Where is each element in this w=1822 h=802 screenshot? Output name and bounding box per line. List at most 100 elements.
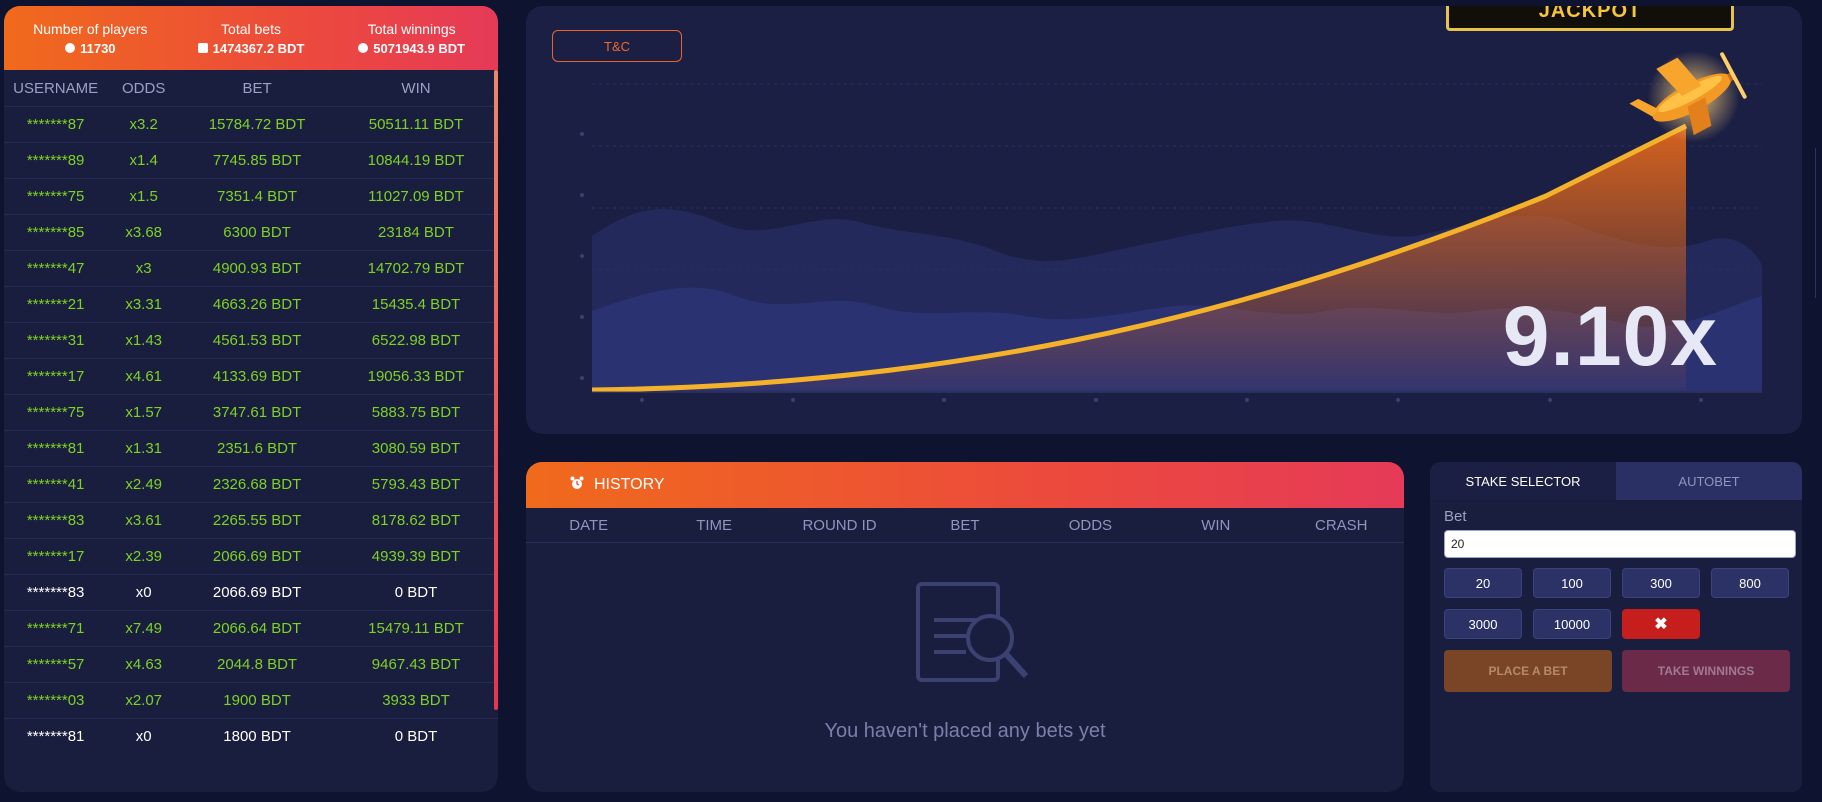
cell-odds: x1.57: [107, 394, 181, 431]
jackpot-banner[interactable]: JACKPOT: [1446, 6, 1734, 31]
cell-bet: 2066.69 BDT: [180, 538, 334, 575]
cell-odds: x7.49: [107, 610, 181, 647]
cell-win: 4939.39 BDT: [333, 538, 498, 575]
cell-odds: x1.31: [107, 430, 181, 467]
history-panel: HISTORY DATE TIME ROUND ID BET ODDS WIN …: [526, 462, 1404, 792]
cell-odds: x0: [107, 718, 181, 754]
header-bet: BET: [242, 79, 272, 97]
chip-20-button[interactable]: 20: [1444, 568, 1522, 598]
y-axis-dots: [580, 132, 584, 380]
chip-300-button[interactable]: 300: [1622, 568, 1700, 598]
cell-odds: x2.07: [107, 682, 181, 719]
right-edge-panel: [1815, 148, 1822, 298]
cell-bet: 2066.69 BDT: [180, 574, 334, 611]
cell-username: *******21: [4, 286, 108, 323]
cell-odds: x0: [107, 574, 181, 611]
chip-100-button[interactable]: 100: [1533, 568, 1611, 598]
history-col-crash: CRASH: [1314, 516, 1368, 534]
winnings-value: 5071943.9 BDT: [373, 40, 466, 56]
cell-username: *******83: [4, 502, 108, 539]
game-area: JACKPOT T&C 9.10x: [526, 6, 1802, 434]
cell-username: *******81: [4, 430, 108, 467]
table-row: *******87 x3.2 15784.72 BDT 50511.11 BDT: [4, 106, 498, 143]
history-col-odds: ODDS: [1068, 516, 1113, 534]
stats-bar: Number of players 11730 Total bets 14743…: [4, 6, 498, 70]
take-winnings-button[interactable]: TAKE WINNINGS: [1622, 650, 1790, 692]
bets-table-body: *******87 x3.2 15784.72 BDT 50511.11 BDT ***…: [4, 106, 498, 754]
chip-10000-button[interactable]: 10000: [1533, 609, 1611, 639]
stat-bets: Total bets 1474367.2 BDT: [171, 21, 332, 56]
bet-amount-input[interactable]: [1444, 530, 1796, 558]
user-icon: [65, 43, 76, 53]
cell-win: 10844.19 BDT: [333, 142, 498, 179]
document-search-icon: [916, 582, 1029, 682]
chip-800-button[interactable]: 800: [1711, 568, 1789, 598]
cell-odds: x4.61: [107, 358, 181, 395]
players-value: 11730: [80, 40, 116, 56]
cell-odds: x3.2: [107, 106, 181, 143]
cell-odds: x3: [107, 250, 181, 287]
cell-username: *******75: [4, 178, 108, 215]
tab-stake-selector[interactable]: STAKE SELECTOR: [1430, 462, 1616, 500]
cell-bet: 4900.93 BDT: [180, 250, 334, 287]
header-win: WIN: [401, 79, 431, 97]
history-col-date: DATE: [569, 516, 609, 534]
cell-username: *******87: [4, 106, 108, 143]
cell-bet: 1800 BDT: [180, 718, 334, 754]
airplane-icon: [1629, 50, 1747, 143]
history-title: HISTORY: [594, 476, 665, 493]
bet-panel: STAKE SELECTOR AUTOBET Bet 20 100 300 80…: [1430, 462, 1802, 792]
table-row: *******41 x2.49 2326.68 BDT 5793.43 BDT: [4, 466, 498, 503]
bet-tabs: STAKE SELECTOR AUTOBET: [1430, 462, 1802, 500]
stat-players: Number of players 11730: [10, 21, 171, 56]
bets-value: 1474367.2 BDT: [212, 40, 305, 56]
cell-bet: 7351.4 BDT: [180, 178, 334, 215]
alarm-clock-icon: [570, 476, 584, 495]
history-col-round-id: ROUND ID: [802, 516, 877, 534]
bet-label: Bet: [1444, 508, 1467, 525]
winnings-label: Total winnings: [367, 20, 456, 37]
cell-bet: 4561.53 BDT: [180, 322, 334, 359]
cell-win: 3933 BDT: [333, 682, 498, 719]
table-scrollbar[interactable]: [494, 70, 498, 710]
bets-table: USERNAME ODDS BET WIN *******87 x3.2 15784…: [4, 70, 498, 754]
clear-bet-button[interactable]: ✖: [1622, 609, 1700, 639]
cell-win: 5883.75 BDT: [333, 394, 498, 431]
history-col-bet: BET: [950, 516, 980, 534]
cell-win: 0 BDT: [333, 718, 498, 754]
table-row: *******03 x2.07 1900 BDT 3933 BDT: [4, 682, 498, 719]
cell-bet: 3747.61 BDT: [180, 394, 334, 431]
cell-odds: x1.43: [107, 322, 181, 359]
cell-win: 3080.59 BDT: [333, 430, 498, 467]
cell-bet: 4663.26 BDT: [180, 286, 334, 323]
cell-bet: 2265.55 BDT: [180, 502, 334, 539]
history-col-win: WIN: [1201, 516, 1231, 534]
cell-win: 14702.79 BDT: [333, 250, 498, 287]
header-odds: ODDS: [122, 79, 166, 97]
cell-win: 11027.09 BDT: [333, 178, 498, 215]
coins-icon: [197, 43, 208, 53]
table-row: *******75 x1.5 7351.4 BDT 11027.09 BDT: [4, 178, 498, 215]
empty-history-message: You haven't placed any bets yet: [824, 720, 1106, 742]
tab-autobet[interactable]: AUTOBET: [1616, 462, 1802, 500]
chip-3000-button[interactable]: 3000: [1444, 609, 1522, 639]
players-label: Number of players: [33, 20, 148, 37]
history-col-time: TIME: [696, 516, 733, 534]
table-row: *******47 x3 4900.93 BDT 14702.79 BDT: [4, 250, 498, 287]
table-row: *******71 x7.49 2066.64 BDT 15479.11 BDT: [4, 610, 498, 647]
table-row: *******81 x1.31 2351.6 BDT 3080.59 BDT: [4, 430, 498, 467]
cell-bet: 2351.6 BDT: [180, 430, 334, 467]
cell-bet: 6300 BDT: [180, 214, 334, 251]
table-row: *******75 x1.57 3747.61 BDT 5883.75 BDT: [4, 394, 498, 431]
money-bag-icon: [358, 43, 369, 53]
history-header: HISTORY: [526, 462, 1404, 508]
cell-username: *******81: [4, 718, 108, 754]
table-header-row: USERNAME ODDS BET WIN: [4, 70, 498, 107]
cell-bet: 2066.64 BDT: [180, 610, 334, 647]
stat-winnings: Total winnings 5071943.9 BDT: [331, 21, 492, 56]
cell-odds: x3.68: [107, 214, 181, 251]
place-bet-button[interactable]: PLACE A BET: [1444, 650, 1612, 692]
cell-bet: 7745.85 BDT: [180, 142, 334, 179]
cell-username: *******41: [4, 466, 108, 503]
terms-button[interactable]: T&C: [552, 30, 682, 62]
